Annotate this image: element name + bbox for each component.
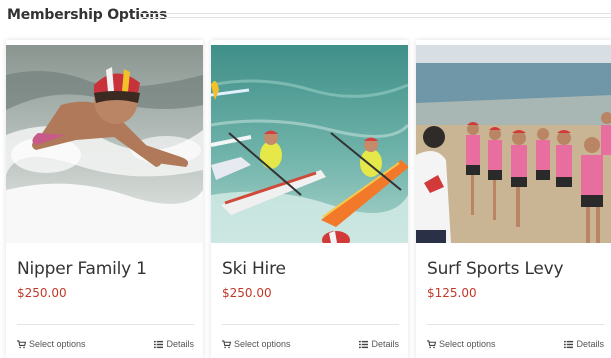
- list-icon: [359, 340, 369, 349]
- select-options-button[interactable]: Select options: [427, 339, 496, 349]
- cart-icon: [427, 339, 436, 349]
- child-swimming-photo[interactable]: [6, 45, 203, 243]
- list-icon: [154, 340, 164, 349]
- product-price: $125.00: [427, 286, 477, 300]
- details-label: Details: [576, 339, 604, 349]
- product-price: $250.00: [222, 286, 272, 300]
- select-options-label: Select options: [29, 339, 86, 349]
- details-button[interactable]: Details: [154, 339, 194, 349]
- product-title[interactable]: Ski Hire: [222, 259, 286, 279]
- product-title[interactable]: Nipper Family 1: [17, 259, 147, 279]
- cart-icon: [17, 339, 26, 349]
- details-button[interactable]: Details: [564, 339, 604, 349]
- product-grid: Nipper Family 1 $250.00 Select options D…: [0, 40, 611, 358]
- select-options-label: Select options: [439, 339, 496, 349]
- list-icon: [564, 340, 574, 349]
- nippers-group-beach-photo[interactable]: [416, 45, 611, 243]
- product-title[interactable]: Surf Sports Levy: [427, 259, 564, 279]
- select-options-button[interactable]: Select options: [17, 339, 86, 349]
- details-label: Details: [166, 339, 194, 349]
- select-options-label: Select options: [234, 339, 291, 349]
- details-button[interactable]: Details: [359, 339, 399, 349]
- select-options-button[interactable]: Select options: [222, 339, 291, 349]
- cart-icon: [222, 339, 231, 349]
- product-card: Nipper Family 1 $250.00 Select options D…: [6, 40, 203, 358]
- section-header: Membership Options: [0, 0, 611, 32]
- product-card: Surf Sports Levy $125.00 Select options …: [416, 40, 611, 358]
- product-price: $250.00: [17, 286, 67, 300]
- surf-ski-paddlers-photo[interactable]: [211, 45, 408, 243]
- product-card: Ski Hire $250.00 Select options Details: [211, 40, 408, 358]
- section-divider: [139, 13, 611, 18]
- card-divider: [222, 324, 399, 325]
- card-divider: [17, 324, 194, 325]
- details-label: Details: [371, 339, 399, 349]
- card-divider: [427, 324, 604, 325]
